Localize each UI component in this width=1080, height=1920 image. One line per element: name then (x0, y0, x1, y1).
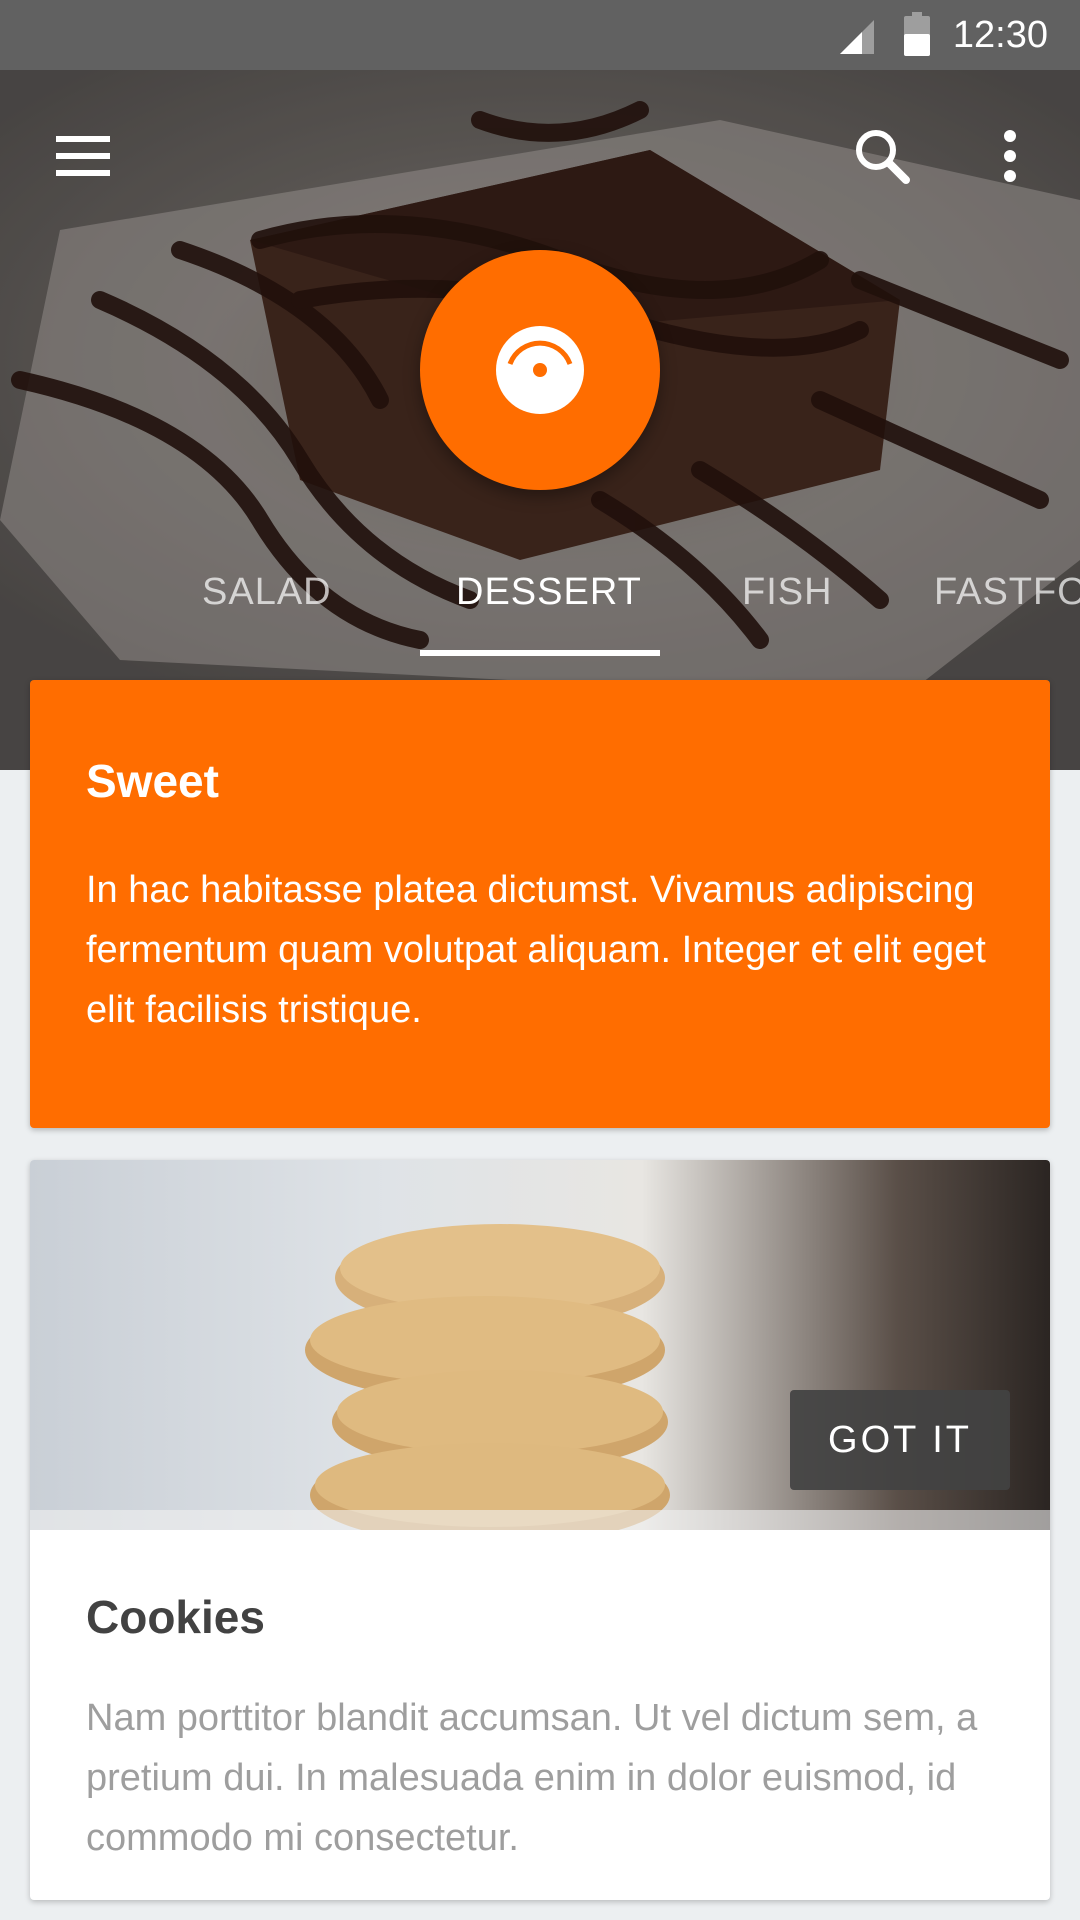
search-button[interactable] (834, 108, 930, 204)
status-bar: 12:30 (0, 0, 1080, 70)
more-options-button[interactable] (962, 108, 1058, 204)
tab-indicator (420, 650, 660, 656)
menu-button[interactable] (36, 108, 132, 204)
tab-fastfood[interactable]: FASTFOOD (934, 562, 1080, 622)
tab-salad[interactable]: SALAD (202, 562, 332, 622)
sweet-card-title: Sweet (86, 755, 219, 807)
more-vert-icon (1004, 130, 1016, 182)
search-icon (856, 130, 910, 184)
cookies-card: GOT IT Cookies Nam porttitor blandit acc… (30, 1160, 1050, 1900)
category-tabs: SALAD DESSERT FISH FASTFOOD (0, 548, 1080, 658)
battery-icon (904, 12, 930, 56)
disc-logo-icon (496, 326, 584, 414)
app-logo (420, 250, 660, 490)
cookies-card-body: Nam porttitor blandit accumsan. Ut vel d… (86, 1697, 978, 1859)
signal-icon (840, 20, 874, 54)
status-time: 12:30 (952, 14, 1048, 56)
cookies-card-title: Cookies (86, 1591, 265, 1643)
tab-dessert[interactable]: DESSERT (456, 562, 642, 622)
sweet-card-body: In hac habitasse platea dictumst. Vivamu… (86, 869, 986, 1031)
tab-fish[interactable]: FISH (742, 562, 833, 622)
menu-icon (56, 136, 110, 176)
sweet-card: Sweet In hac habitasse platea dictumst. … (30, 680, 1050, 1128)
cookies-photo: GOT IT (30, 1160, 1050, 1530)
got-it-button[interactable]: GOT IT (790, 1390, 1010, 1490)
